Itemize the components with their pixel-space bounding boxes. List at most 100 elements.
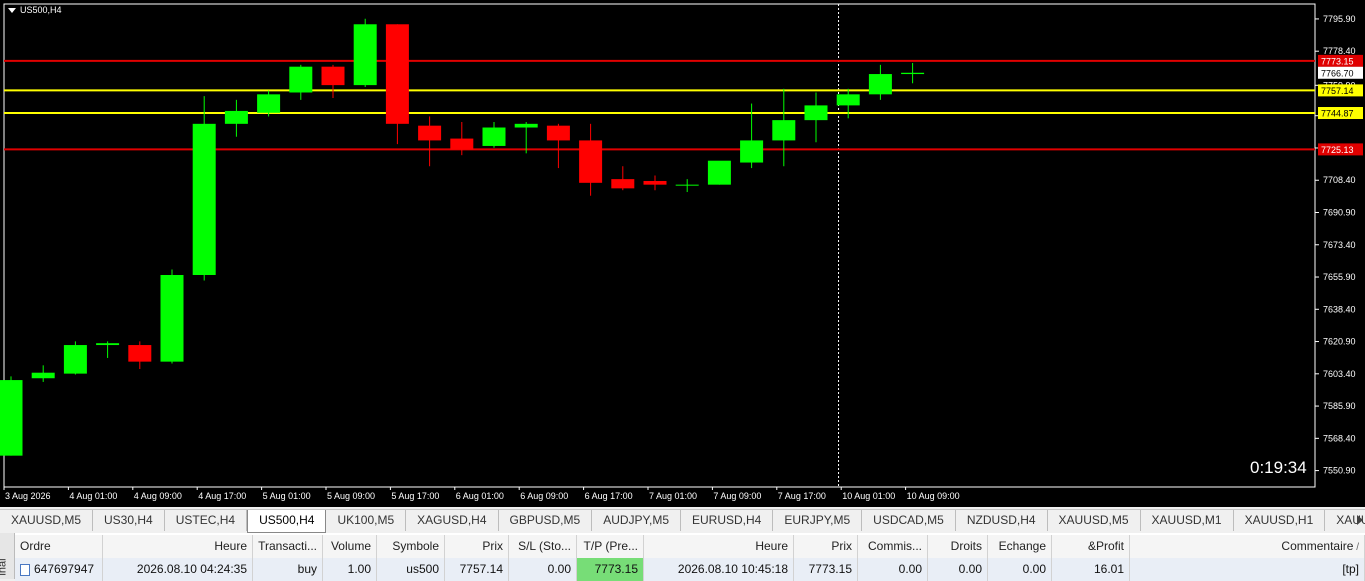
candle-body [289, 66, 313, 93]
column-header-open-time[interactable]: Heure [103, 535, 253, 558]
column-header-swap-rights[interactable]: Droits [928, 535, 988, 558]
tab-xauusd-h1[interactable]: XAUUSD,H1 [1234, 510, 1326, 531]
candle-body [643, 180, 667, 185]
column-header-type[interactable]: Transacti... [253, 535, 323, 558]
candle-body [257, 94, 281, 113]
x-tick-label: 10 Aug 01:00 [842, 491, 895, 501]
tab-nzdusd-h4[interactable]: NZDUSD,H4 [956, 510, 1048, 531]
cell-close-price: 7773.15 [794, 558, 858, 581]
x-tick-label: 7 Aug 09:00 [713, 491, 761, 501]
tab-eurjpy-m5[interactable]: EURJPY,M5 [773, 510, 863, 531]
chart-symbol-label[interactable]: US500,H4 [8, 5, 62, 15]
price-line-label: 7773.15 [1321, 56, 1354, 66]
candle-body [772, 120, 796, 141]
candle-body [96, 343, 120, 346]
cell-type: buy [253, 558, 323, 581]
cell-tp: 7773.15 [577, 558, 644, 581]
column-header-symbol[interactable]: Symbole [377, 535, 445, 558]
candle-body [546, 125, 570, 141]
candle-body [385, 24, 409, 124]
column-header-sl[interactable]: S/L (Sto... [509, 535, 577, 558]
column-header-exchange[interactable]: Echange [988, 535, 1052, 558]
price-line-label: 7744.87 [1321, 109, 1354, 119]
cell-open-price: 7757.14 [445, 558, 509, 581]
y-tick-label: 7638.40 [1323, 304, 1356, 314]
candle-body [804, 105, 828, 121]
column-header-tp[interactable]: T/P (Pre... [577, 535, 644, 558]
column-header-open-price[interactable]: Prix [445, 535, 509, 558]
column-header-volume[interactable]: Volume [323, 535, 377, 558]
column-header-order[interactable]: Ordre [15, 535, 103, 558]
table-row[interactable]: 647697947 2026.08.10 04:24:35 buy 1.00 us500… [15, 558, 1365, 581]
y-tick-label: 7778.40 [1323, 46, 1356, 56]
candle-body [482, 127, 506, 146]
x-tick-label: 10 Aug 09:00 [907, 491, 960, 501]
column-header-comment[interactable]: Commentaire / [1130, 535, 1365, 558]
x-tick-label: 7 Aug 01:00 [649, 491, 697, 501]
tab-eurusd-h4[interactable]: EURUSD,H4 [681, 510, 774, 531]
y-tick-label: 7585.90 [1323, 401, 1356, 411]
tab-audjpy-m5[interactable]: AUDJPY,M5 [592, 510, 681, 531]
candle-body [836, 94, 860, 106]
chart-tabs-bar: XAUUSD,M5 US30,H4 USTEC,H4 US500,H4 UK100,M5… [0, 509, 1365, 533]
x-tick-label: 3 Aug 2026 [5, 491, 51, 501]
cell-order: 647697947 [15, 558, 103, 581]
tab-us30-h4[interactable]: US30,H4 [93, 510, 165, 531]
tab-xauusd-m1[interactable]: XAUUSD,M1 [1141, 510, 1234, 531]
candle-body [321, 66, 345, 86]
candle-body [418, 125, 442, 141]
y-tick-label: 7620.90 [1323, 337, 1356, 347]
candle-body [450, 138, 474, 150]
cell-volume: 1.00 [323, 558, 377, 581]
sort-indicator: / [1353, 542, 1359, 553]
tab-xauusd-m5[interactable]: XAUUSD,M5 [0, 510, 94, 531]
candle-body [128, 345, 152, 362]
cell-profit: 16.01 [1052, 558, 1130, 581]
x-tick-label: 6 Aug 01:00 [456, 491, 504, 501]
y-tick-label: 7673.40 [1323, 240, 1356, 250]
current-price-label: 7766.70 [1321, 68, 1354, 78]
x-tick-label: 4 Aug 01:00 [69, 491, 117, 501]
candle-body [740, 140, 764, 163]
y-tick-label: 7795.90 [1323, 14, 1356, 24]
dropdown-triangle-icon[interactable] [8, 7, 16, 13]
candle-body [224, 110, 248, 124]
tab-usdcad-m5[interactable]: USDCAD,M5 [862, 510, 956, 531]
price-line-label: 7757.14 [1321, 86, 1354, 96]
x-tick-label: 6 Aug 09:00 [520, 491, 568, 501]
candle-body [31, 372, 55, 379]
candle-body [192, 123, 216, 275]
column-header-close-time[interactable]: Heure [644, 535, 794, 558]
x-tick-label: 4 Aug 09:00 [134, 491, 182, 501]
terminal-side-label[interactable]: inal [0, 533, 15, 579]
tab-us500-h4[interactable]: US500,H4 [247, 510, 327, 533]
x-tick-label: 4 Aug 17:00 [198, 491, 246, 501]
chart-canvas[interactable]: 7795.907778.407759.907743.407725.907708.… [0, 0, 1365, 507]
tab-ustec-h4[interactable]: USTEC,H4 [165, 510, 248, 531]
terminal-panel: inal Ordre Heure Transacti... Volume Symbole… [0, 533, 1365, 581]
column-header-close-price[interactable]: Prix [794, 535, 858, 558]
tab-xauusd-m5[interactable]: XAUUSD,M5 [1048, 510, 1141, 531]
candle-body [160, 274, 184, 362]
cell-open-time: 2026.08.10 04:24:35 [103, 558, 253, 581]
y-tick-label: 7708.40 [1323, 175, 1356, 185]
candle-body [707, 160, 731, 185]
x-tick-label: 6 Aug 17:00 [585, 491, 633, 501]
cell-exchange: 0.00 [988, 558, 1052, 581]
cell-comment: [tp] [1130, 558, 1365, 581]
price-chart[interactable]: 7795.907778.407759.907743.407725.907708.… [0, 0, 1365, 507]
column-header-profit[interactable]: &Profit [1052, 535, 1130, 558]
candle-body [353, 24, 377, 86]
cell-swap-rights: 0.00 [928, 558, 988, 581]
tab-gbpusd-m5[interactable]: GBPUSD,M5 [499, 510, 593, 531]
y-tick-label: 7655.90 [1323, 272, 1356, 282]
candle-body [0, 380, 23, 456]
column-header-commission[interactable]: Commis... [858, 535, 928, 558]
tabs-scroll-right-icon[interactable] [1357, 515, 1363, 525]
candle-body [868, 74, 892, 95]
price-line-label: 7725.13 [1321, 145, 1354, 155]
tab-xagusd-h4[interactable]: XAGUSD,H4 [406, 510, 499, 531]
x-tick-label: 5 Aug 09:00 [327, 491, 375, 501]
tab-uk100-m5[interactable]: UK100,M5 [326, 510, 407, 531]
cell-symbol: us500 [377, 558, 445, 581]
